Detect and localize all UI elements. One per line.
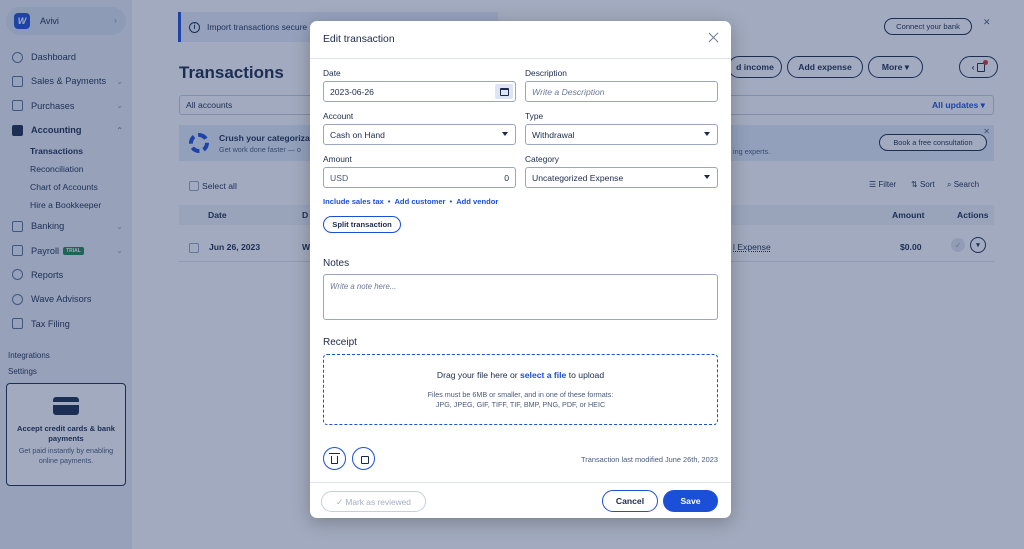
select-file-link[interactable]: select a file	[520, 370, 566, 380]
separator-dot: •	[387, 197, 391, 206]
description-label: Description	[525, 68, 567, 78]
notes-heading: Notes	[323, 258, 350, 269]
split-transaction-button[interactable]: Split transaction	[323, 216, 401, 233]
type-label: Type	[525, 111, 544, 121]
dropzone-text-after: to upload	[566, 370, 605, 380]
notes-textarea[interactable]: Write a note here...	[323, 274, 718, 320]
calendar-icon	[499, 87, 509, 96]
file-requirements: Files must be 6MB or smaller, and in one…	[324, 390, 717, 410]
file-size-rule: Files must be 6MB or smaller, and in one…	[427, 390, 614, 399]
category-value: Uncategorized Expense	[532, 172, 624, 183]
add-customer-link[interactable]: Add customer	[394, 197, 445, 206]
currency-prefix: USD	[330, 172, 349, 183]
dropzone-text-before: Drag your file here or	[436, 370, 520, 380]
description-field[interactable]: Write a Description	[525, 81, 718, 102]
category-select[interactable]: Uncategorized Expense	[525, 167, 718, 188]
receipt-dropzone[interactable]: Drag your file here or select a file to …	[323, 354, 718, 425]
copy-icon	[357, 452, 369, 464]
file-format-rule: JPG, JPEG, GIF, TIFF, TIF, BMP, PNG, PDF…	[435, 400, 606, 409]
duplicate-button[interactable]	[352, 447, 375, 470]
dropzone-instructions: Drag your file here or select a file to …	[324, 370, 717, 380]
date-label: Date	[323, 68, 341, 78]
calendar-button[interactable]	[495, 84, 513, 99]
delete-button[interactable]	[323, 447, 346, 470]
dropdown-arrow-icon	[502, 132, 508, 136]
amount-label: Amount	[323, 154, 352, 164]
date-field[interactable]: 2023-06-26	[323, 81, 516, 102]
type-select[interactable]: Withdrawal	[525, 124, 718, 145]
dropdown-arrow-icon	[704, 132, 710, 136]
account-value: Cash on Hand	[330, 129, 385, 140]
trash-icon	[329, 452, 340, 464]
category-label: Category	[525, 154, 559, 164]
type-value: Withdrawal	[532, 129, 575, 140]
close-icon[interactable]	[706, 30, 722, 46]
account-select[interactable]: Cash on Hand	[323, 124, 516, 145]
modal-footer: ✓ Mark as reviewed Cancel Save	[310, 482, 731, 518]
dropdown-arrow-icon	[704, 175, 710, 179]
separator-dot: •	[449, 197, 453, 206]
amount-value: 0	[504, 173, 509, 183]
amount-field[interactable]: USD 0	[323, 167, 516, 188]
cancel-button[interactable]: Cancel	[602, 490, 658, 512]
mark-as-reviewed-button[interactable]: ✓ Mark as reviewed	[321, 491, 426, 512]
last-modified-text: Transaction last modified June 26th, 202…	[581, 455, 718, 464]
date-value: 2023-06-26	[330, 86, 374, 97]
modal-header: Edit transaction	[310, 21, 731, 59]
include-sales-tax-link[interactable]: Include sales tax	[323, 197, 384, 206]
modal-title: Edit transaction	[323, 34, 395, 45]
edit-transaction-modal: Edit transaction Date 2023-06-26 Descrip…	[310, 21, 731, 518]
receipt-heading: Receipt	[323, 337, 357, 348]
add-vendor-link[interactable]: Add vendor	[456, 197, 498, 206]
account-label: Account	[323, 111, 354, 121]
save-button[interactable]: Save	[663, 490, 718, 512]
quick-links: Include sales tax • Add customer • Add vendo…	[323, 197, 498, 206]
